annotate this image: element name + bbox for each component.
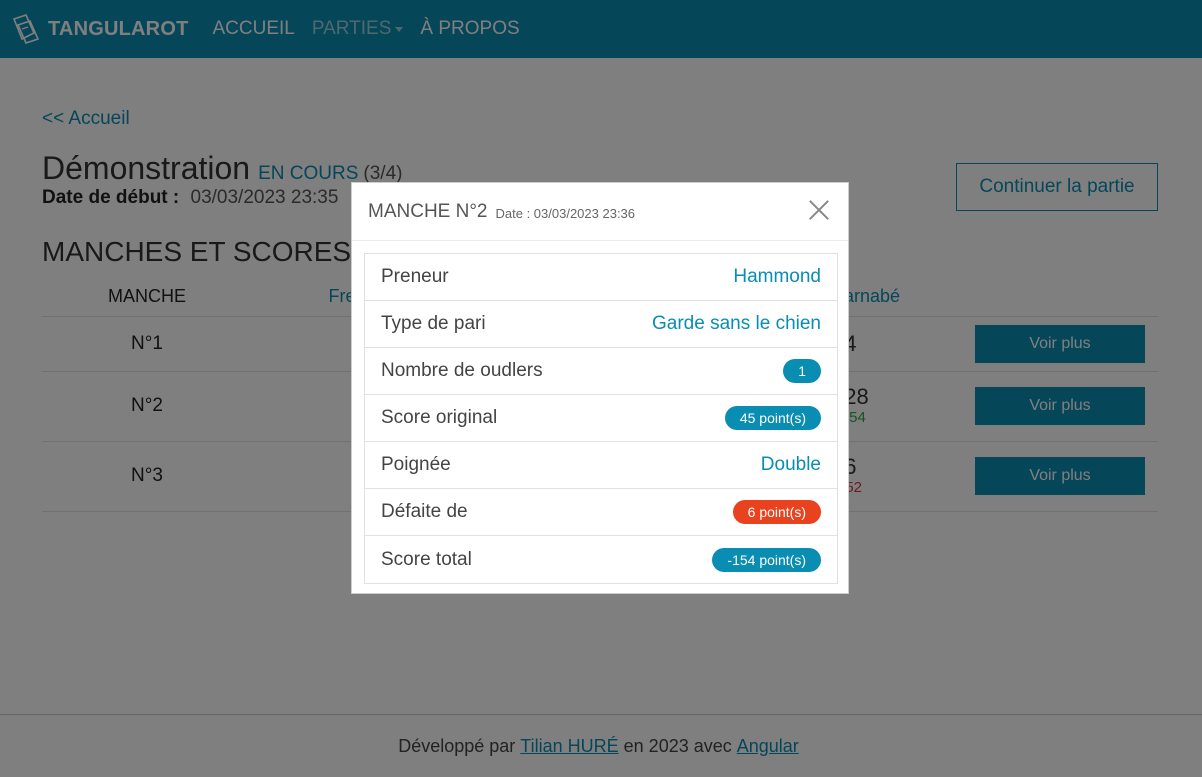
list-item: Score total -154 point(s) [365, 536, 837, 583]
taker-value: Hammond [733, 266, 821, 287]
list-item: Défaite de 6 point(s) [365, 489, 837, 536]
defeat-badge: 6 point(s) [732, 500, 821, 524]
poignee-value: Double [760, 454, 821, 475]
modal-date: Date : 03/03/2023 23:36 [495, 206, 636, 221]
list-item: Type de pari Garde sans le chien [365, 301, 837, 348]
list-item: Nombre de oudlers 1 [365, 348, 837, 395]
round-details-modal: MANCHE N°2 Date : 03/03/2023 23:36 Prene… [351, 182, 849, 594]
list-item: Score original 45 point(s) [365, 395, 837, 442]
modal-header: MANCHE N°2 Date : 03/03/2023 23:36 [352, 183, 848, 241]
detail-label: Nombre de oudlers [381, 360, 543, 381]
oudlers-badge: 1 [783, 359, 821, 383]
bet-type-value: Garde sans le chien [652, 313, 821, 334]
list-item: Poignée Double [365, 442, 837, 489]
detail-label: Score original [381, 407, 498, 428]
detail-label: Preneur [381, 266, 449, 287]
details-list: Preneur Hammond Type de pari Garde sans … [364, 253, 838, 584]
detail-label: Type de pari [381, 313, 486, 334]
close-icon[interactable] [808, 197, 830, 221]
detail-label: Poignée [381, 454, 451, 475]
detail-label: Score total [381, 548, 472, 570]
total-score-badge: -154 point(s) [712, 547, 821, 572]
original-score-badge: 45 point(s) [724, 406, 821, 430]
detail-label: Défaite de [381, 501, 468, 522]
modal-title: MANCHE N°2 [368, 200, 488, 222]
list-item: Preneur Hammond [365, 254, 837, 301]
